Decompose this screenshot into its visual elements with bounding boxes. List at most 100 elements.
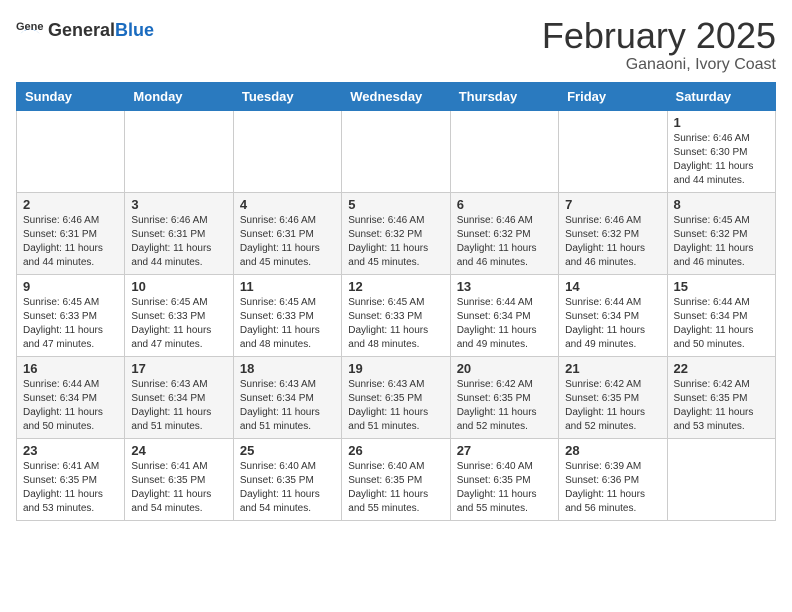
day-info: Sunrise: 6:45 AM Sunset: 6:33 PM Dayligh…: [131, 296, 226, 352]
logo-blue: Blue: [115, 20, 154, 40]
day-info: Sunrise: 6:46 AM Sunset: 6:32 PM Dayligh…: [457, 214, 552, 270]
day-number: 20: [457, 361, 552, 376]
day-number: 25: [240, 443, 335, 458]
day-number: 10: [131, 279, 226, 294]
day-number: 1: [674, 115, 769, 130]
day-info: Sunrise: 6:46 AM Sunset: 6:32 PM Dayligh…: [348, 214, 443, 270]
calendar-subtitle: Ganaoni, Ivory Coast: [542, 56, 776, 74]
day-number: 4: [240, 197, 335, 212]
weekday-header-row: SundayMondayTuesdayWednesdayThursdayFrid…: [17, 82, 776, 110]
calendar-cell: [233, 110, 341, 192]
day-info: Sunrise: 6:43 AM Sunset: 6:34 PM Dayligh…: [240, 378, 335, 434]
calendar-week-row: 23 Sunrise: 6:41 AM Sunset: 6:35 PM Dayli…: [17, 438, 776, 520]
page-header: General GeneralBlue February 2025 Ganaon…: [16, 16, 776, 74]
day-number: 6: [457, 197, 552, 212]
day-number: 19: [348, 361, 443, 376]
calendar-cell: 19 Sunrise: 6:43 AM Sunset: 6:35 PM Dayli…: [342, 356, 450, 438]
day-info: Sunrise: 6:46 AM Sunset: 6:31 PM Dayligh…: [131, 214, 226, 270]
calendar-week-row: 9 Sunrise: 6:45 AM Sunset: 6:33 PM Daylig…: [17, 274, 776, 356]
calendar-cell: 1 Sunrise: 6:46 AM Sunset: 6:30 PM Daylig…: [667, 110, 775, 192]
calendar-cell: [559, 110, 667, 192]
calendar-cell: 28Sunrise: 6:39 AM Sunset: 6:36 PM Dayli…: [559, 438, 667, 520]
day-number: 14: [565, 279, 660, 294]
day-number: 28: [565, 443, 660, 458]
day-info: Sunrise: 6:44 AM Sunset: 6:34 PM Dayligh…: [565, 296, 660, 352]
day-number: 26: [348, 443, 443, 458]
calendar-cell: 27 Sunrise: 6:40 AM Sunset: 6:35 PM Dayli…: [450, 438, 558, 520]
calendar-cell: 5 Sunrise: 6:46 AM Sunset: 6:32 PM Daylig…: [342, 192, 450, 274]
weekday-header: Monday: [125, 82, 233, 110]
day-number: 17: [131, 361, 226, 376]
day-info: Sunrise: 6:46 AM Sunset: 6:30 PM Dayligh…: [674, 132, 769, 188]
calendar-table: SundayMondayTuesdayWednesdayThursdayFrid…: [16, 82, 776, 521]
calendar-cell: 22 Sunrise: 6:42 AM Sunset: 6:35 PM Dayli…: [667, 356, 775, 438]
calendar-cell: 26 Sunrise: 6:40 AM Sunset: 6:35 PM Dayli…: [342, 438, 450, 520]
day-number: 12: [348, 279, 443, 294]
calendar-cell: 6 Sunrise: 6:46 AM Sunset: 6:32 PM Daylig…: [450, 192, 558, 274]
calendar-cell: [667, 438, 775, 520]
calendar-cell: 11 Sunrise: 6:45 AM Sunset: 6:33 PM Dayli…: [233, 274, 341, 356]
day-info: Sunrise: 6:45 AM Sunset: 6:32 PM Dayligh…: [674, 214, 769, 270]
calendar-title: February 2025: [542, 16, 776, 56]
day-info: Sunrise: 6:41 AM Sunset: 6:35 PM Dayligh…: [23, 460, 118, 516]
day-number: 22: [674, 361, 769, 376]
calendar-cell: 3Sunrise: 6:46 AM Sunset: 6:31 PM Daylig…: [125, 192, 233, 274]
svg-text:General: General: [16, 21, 44, 33]
day-number: 27: [457, 443, 552, 458]
day-info: Sunrise: 6:45 AM Sunset: 6:33 PM Dayligh…: [240, 296, 335, 352]
day-info: Sunrise: 6:42 AM Sunset: 6:35 PM Dayligh…: [565, 378, 660, 434]
weekday-header: Saturday: [667, 82, 775, 110]
calendar-cell: 16 Sunrise: 6:44 AM Sunset: 6:34 PM Dayli…: [17, 356, 125, 438]
calendar-cell: 23 Sunrise: 6:41 AM Sunset: 6:35 PM Dayli…: [17, 438, 125, 520]
calendar-cell: 7 Sunrise: 6:46 AM Sunset: 6:32 PM Daylig…: [559, 192, 667, 274]
day-number: 21: [565, 361, 660, 376]
calendar-cell: 18 Sunrise: 6:43 AM Sunset: 6:34 PM Dayli…: [233, 356, 341, 438]
day-info: Sunrise: 6:44 AM Sunset: 6:34 PM Dayligh…: [23, 378, 118, 434]
calendar-week-row: 1 Sunrise: 6:46 AM Sunset: 6:30 PM Daylig…: [17, 110, 776, 192]
logo-general: General: [48, 20, 115, 40]
day-number: 23: [23, 443, 118, 458]
day-number: 7: [565, 197, 660, 212]
calendar-cell: 17 Sunrise: 6:43 AM Sunset: 6:34 PM Dayli…: [125, 356, 233, 438]
day-info: Sunrise: 6:46 AM Sunset: 6:32 PM Dayligh…: [565, 214, 660, 270]
calendar-cell: [17, 110, 125, 192]
calendar-cell: 13 Sunrise: 6:44 AM Sunset: 6:34 PM Dayli…: [450, 274, 558, 356]
day-info: Sunrise: 6:45 AM Sunset: 6:33 PM Dayligh…: [23, 296, 118, 352]
day-number: 16: [23, 361, 118, 376]
day-number: 11: [240, 279, 335, 294]
day-info: Sunrise: 6:40 AM Sunset: 6:35 PM Dayligh…: [457, 460, 552, 516]
day-info: Sunrise: 6:40 AM Sunset: 6:35 PM Dayligh…: [348, 460, 443, 516]
day-number: 2: [23, 197, 118, 212]
calendar-week-row: 16 Sunrise: 6:44 AM Sunset: 6:34 PM Dayli…: [17, 356, 776, 438]
calendar-cell: 2 Sunrise: 6:46 AM Sunset: 6:31 PM Daylig…: [17, 192, 125, 274]
calendar-cell: 10 Sunrise: 6:45 AM Sunset: 6:33 PM Dayli…: [125, 274, 233, 356]
day-info: Sunrise: 6:42 AM Sunset: 6:35 PM Dayligh…: [674, 378, 769, 434]
day-info: Sunrise: 6:45 AM Sunset: 6:33 PM Dayligh…: [348, 296, 443, 352]
weekday-header: Sunday: [17, 82, 125, 110]
day-info: Sunrise: 6:46 AM Sunset: 6:31 PM Dayligh…: [240, 214, 335, 270]
calendar-cell: 25 Sunrise: 6:40 AM Sunset: 6:35 PM Dayli…: [233, 438, 341, 520]
day-number: 18: [240, 361, 335, 376]
weekday-header: Thursday: [450, 82, 558, 110]
day-number: 15: [674, 279, 769, 294]
day-info: Sunrise: 6:43 AM Sunset: 6:34 PM Dayligh…: [131, 378, 226, 434]
calendar-cell: 21 Sunrise: 6:42 AM Sunset: 6:35 PM Dayli…: [559, 356, 667, 438]
calendar-cell: [342, 110, 450, 192]
calendar-cell: 24Sunrise: 6:41 AM Sunset: 6:35 PM Dayli…: [125, 438, 233, 520]
day-info: Sunrise: 6:43 AM Sunset: 6:35 PM Dayligh…: [348, 378, 443, 434]
calendar-cell: [125, 110, 233, 192]
calendar-cell: 14 Sunrise: 6:44 AM Sunset: 6:34 PM Dayli…: [559, 274, 667, 356]
day-number: 8: [674, 197, 769, 212]
calendar-week-row: 2 Sunrise: 6:46 AM Sunset: 6:31 PM Daylig…: [17, 192, 776, 274]
day-info: Sunrise: 6:44 AM Sunset: 6:34 PM Dayligh…: [457, 296, 552, 352]
day-number: 13: [457, 279, 552, 294]
day-number: 5: [348, 197, 443, 212]
day-info: Sunrise: 6:44 AM Sunset: 6:34 PM Dayligh…: [674, 296, 769, 352]
calendar-cell: 4 Sunrise: 6:46 AM Sunset: 6:31 PM Daylig…: [233, 192, 341, 274]
day-info: Sunrise: 6:40 AM Sunset: 6:35 PM Dayligh…: [240, 460, 335, 516]
day-info: Sunrise: 6:42 AM Sunset: 6:35 PM Dayligh…: [457, 378, 552, 434]
weekday-header: Wednesday: [342, 82, 450, 110]
day-info: Sunrise: 6:46 AM Sunset: 6:31 PM Dayligh…: [23, 214, 118, 270]
day-number: 9: [23, 279, 118, 294]
weekday-header: Tuesday: [233, 82, 341, 110]
